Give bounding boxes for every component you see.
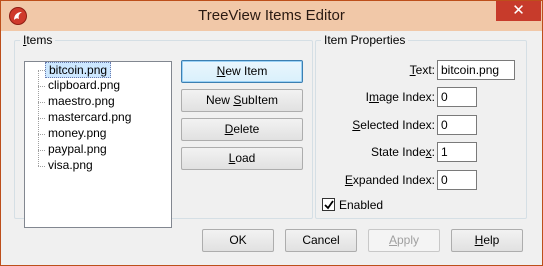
tree-item[interactable]: visa.png xyxy=(45,158,96,174)
cancel-button[interactable]: Cancel xyxy=(285,229,357,252)
expanded-index-label: Expanded Index: xyxy=(344,173,435,187)
state-index-field[interactable] xyxy=(437,142,477,162)
enabled-label: Enabled xyxy=(339,198,384,212)
items-tree[interactable]: bitcoin.png clipboard.png maestro.png ma… xyxy=(24,61,172,228)
tree-item[interactable]: money.png xyxy=(45,126,109,142)
item-properties-group: Item Properties Text: Image Index: Selec… xyxy=(315,33,527,219)
tree-item[interactable]: bitcoin.png xyxy=(45,62,112,78)
tree-item[interactable]: maestro.png xyxy=(45,94,118,110)
image-index-field[interactable] xyxy=(437,87,477,107)
title-bar[interactable]: TreeView Items Editor ✕ xyxy=(1,1,542,31)
selected-index-label: Selected Index: xyxy=(352,118,435,132)
ok-button[interactable]: OK xyxy=(202,229,274,252)
image-index-label: Image Index: xyxy=(365,90,435,104)
close-icon: ✕ xyxy=(512,1,525,19)
text-field[interactable] xyxy=(437,60,515,80)
enabled-checkbox[interactable] xyxy=(322,198,335,211)
new-item-button[interactable]: New Item xyxy=(181,60,303,83)
client-area: Items bitcoin.png clipboard.png maestro.… xyxy=(8,31,535,259)
selected-index-field[interactable] xyxy=(437,115,477,135)
tree-item[interactable]: clipboard.png xyxy=(45,78,123,94)
new-subitem-button[interactable]: New SubItem xyxy=(181,89,303,112)
delete-button[interactable]: Delete xyxy=(181,118,303,141)
item-properties-legend: Item Properties xyxy=(324,33,406,47)
help-button[interactable]: Help xyxy=(451,229,523,252)
text-label: Text: xyxy=(409,63,435,77)
window-title: TreeView Items Editor xyxy=(198,7,345,24)
items-group-legend: Items xyxy=(23,33,53,47)
tree-item[interactable]: mastercard.png xyxy=(45,110,134,126)
apply-button[interactable]: Apply xyxy=(368,229,440,252)
tree-item[interactable]: paypal.png xyxy=(45,142,110,158)
load-button[interactable]: Load xyxy=(181,147,303,170)
items-group: Items bitcoin.png clipboard.png maestro.… xyxy=(14,33,313,228)
checkmark-icon xyxy=(324,200,334,210)
state-index-label: State Index: xyxy=(370,145,435,159)
close-button[interactable]: ✕ xyxy=(496,1,541,21)
expanded-index-field[interactable] xyxy=(437,170,477,190)
dialog-window: TreeView Items Editor ✕ Items bitcoin.pn… xyxy=(0,0,543,266)
